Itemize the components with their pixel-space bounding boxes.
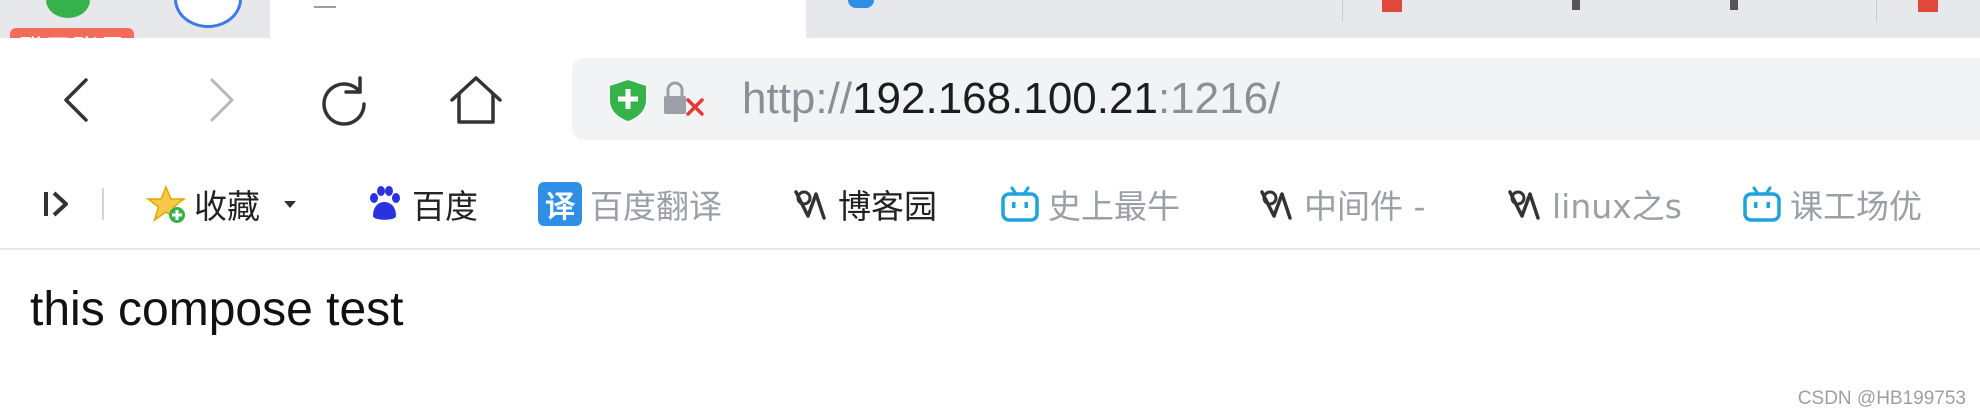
navigation-bar: http://192.168.100.21:1216/ <box>0 38 1980 160</box>
bookmark-baidu[interactable]: 百度 <box>364 160 478 248</box>
bilibili-tv-icon <box>1001 186 1039 222</box>
bookmark-cnblogs-linux[interactable]: linux之s <box>1504 160 1682 248</box>
bookmark-label: 课工场优 <box>1790 187 1922 226</box>
bookmark-bilibili-1[interactable]: 史上最牛 <box>1000 160 1180 248</box>
tab-favicon-icon[interactable] <box>1730 0 1738 10</box>
shield-plus-icon[interactable] <box>606 78 650 122</box>
bookmark-label: 百度 <box>412 187 478 226</box>
bookmark-label: 博客园 <box>838 187 937 226</box>
forward-button[interactable] <box>190 70 250 130</box>
back-button[interactable] <box>50 70 110 130</box>
address-bar[interactable]: http://192.168.100.21:1216/ <box>572 58 1980 140</box>
bookmark-label: 百度翻译 <box>590 187 722 226</box>
sidebar-toggle-button[interactable] <box>40 160 80 248</box>
baidu-paw-icon <box>370 186 400 220</box>
star-icon <box>146 185 186 223</box>
bookmarks-divider <box>102 188 104 220</box>
bookmark-label: 中间件 - <box>1304 187 1426 226</box>
url-text[interactable]: http://192.168.100.21:1216/ <box>742 58 1280 140</box>
cnblogs-icon <box>1260 190 1292 220</box>
bookmarks-bar: 收藏 百度 译 百度翻译 博客园 史上最牛 中间件 - linux之s 课工场优 <box>0 160 1980 250</box>
caret-down-icon[interactable] <box>282 196 298 212</box>
cnblogs-icon <box>794 190 826 220</box>
translate-icon: 译 <box>538 182 582 226</box>
sidebar-toggle-icon <box>44 191 68 217</box>
tab-divider <box>1876 0 1877 22</box>
cnblogs-icon <box>1508 190 1540 220</box>
page-body-text: this compose test <box>30 283 404 336</box>
bookmark-label: 史上最牛 <box>1048 187 1180 226</box>
lock-x-icon[interactable] <box>662 80 706 120</box>
tab-divider <box>1342 0 1343 22</box>
url-host: 192.168.100.21 <box>852 74 1158 123</box>
tab-strip <box>0 0 1980 39</box>
tab-favicon-icon[interactable] <box>1572 0 1580 10</box>
url-port: :1216/ <box>1157 74 1281 123</box>
bookmark-cnblogs-middleware[interactable]: 中间件 - <box>1256 160 1425 248</box>
bookmark-bilibili-2[interactable]: 课工场优 <box>1742 160 1922 248</box>
bookmark-label: linux之s <box>1552 187 1682 226</box>
tab-favicon-icon[interactable] <box>1382 0 1402 12</box>
bookmark-favorites[interactable]: 收藏 <box>146 160 298 248</box>
watermark: CSDN @HB199753 <box>1797 388 1966 409</box>
chevron-left-icon <box>64 78 88 122</box>
bookmark-cnblogs[interactable]: 博客园 <box>790 160 937 248</box>
reload-icon <box>322 76 366 126</box>
home-button[interactable] <box>446 70 506 130</box>
bookmark-label: 收藏 <box>194 187 260 226</box>
bilibili-tv-icon <box>1743 186 1781 222</box>
tab-favicon-icon[interactable] <box>848 0 874 8</box>
active-tab[interactable] <box>314 0 336 8</box>
tab-favicon-icon[interactable] <box>1918 0 1938 12</box>
chevron-right-icon <box>210 78 234 122</box>
home-icon <box>450 76 502 124</box>
reload-button[interactable] <box>314 70 374 130</box>
url-protocol: http:// <box>742 74 853 123</box>
bookmark-baidu-translate[interactable]: 译 百度翻译 <box>538 160 722 248</box>
